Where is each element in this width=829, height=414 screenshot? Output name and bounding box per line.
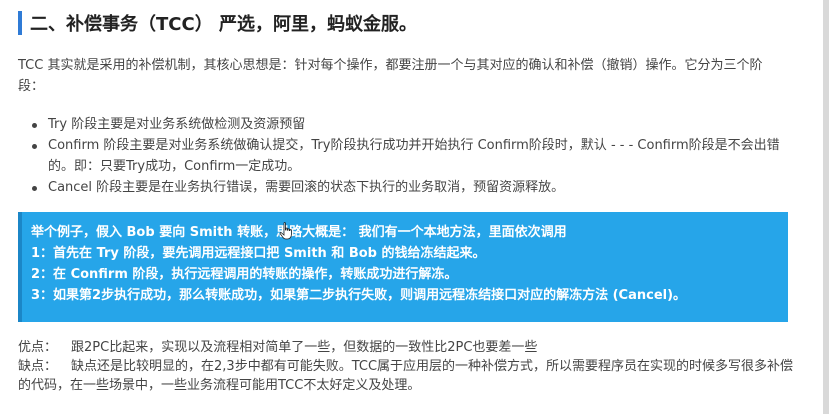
callout-line-intro: 举个例子，假入 Bob 要向 Smith 转账，思路大概是： 我们有一个本地方法…: [31, 225, 567, 240]
example-callout: 举个例子，假入 Bob 要向 Smith 转账，思路大概是： 我们有一个本地方法…: [18, 212, 788, 322]
bullet-dot-icon: [32, 123, 37, 128]
bullet-dot-icon: [32, 144, 37, 149]
list-item-text: Confirm 阶段主要是对业务系统做确认提交，Try阶段执行成功并开始执行 C…: [48, 138, 780, 174]
list-item-text: Try 阶段主要是对业务系统做检测及资源预留: [48, 117, 306, 132]
article-page: 二、补偿事务（TCC） 严选，阿里，蚂蚁金服。 TCC 其实就是采用的补偿机制，…: [0, 0, 829, 414]
intro-paragraph: TCC 其实就是采用的补偿机制，其核心思想是：针对每个操作，都要注册一个与其对应…: [18, 58, 763, 94]
phase-list: Try 阶段主要是对业务系统做检测及资源预留 Confirm 阶段主要是对业务系…: [30, 114, 800, 198]
section-heading: 二、补偿事务（TCC） 严选，阿里，蚂蚁金服。: [18, 10, 417, 36]
hand-cursor-icon: [279, 222, 292, 240]
list-item-cancel: Cancel 阶段主要是在业务执行错误，需要回滚的状态下执行的业务取消，预留资源…: [30, 177, 800, 198]
cons-label: 缺点：: [18, 359, 58, 374]
page-edge-divider: [823, 0, 829, 414]
callout-line-step-3: 3：如果第2步执行成功，那么转账成功，如果第二步执行失败，则调用远程冻结接口对应…: [31, 288, 687, 303]
pros-text: 跟2PC比起来，实现以及流程相对简单了一些，但数据的一致性比2PC也要差一些: [71, 340, 538, 355]
callout-line-step-1: 1：首先在 Try 阶段，要先调用远程接口把 Smith 和 Bob 的钱给冻结…: [31, 246, 486, 261]
pros-cons-section: 优点： 跟2PC比起来，实现以及流程相对简单了一些，但数据的一致性比2PC也要差一…: [18, 338, 798, 395]
bullet-dot-icon: [32, 186, 37, 191]
heading-accent-bar: [18, 11, 22, 35]
pros-line: 优点： 跟2PC比起来，实现以及流程相对简单了一些，但数据的一致性比2PC也要差一…: [18, 338, 798, 357]
list-item-try: Try 阶段主要是对业务系统做检测及资源预留: [30, 114, 800, 135]
list-item-text: Cancel 阶段主要是在业务执行错误，需要回滚的状态下执行的业务取消，预留资源…: [48, 180, 565, 195]
pros-label: 优点：: [18, 340, 58, 355]
section-title: 二、补偿事务（TCC） 严选，阿里，蚂蚁金服。: [30, 14, 417, 35]
cons-text: 缺点还是比较明显的，在2,3步中都有可能失败。TCC属于应用层的一种补偿方式，所…: [18, 359, 794, 393]
callout-line-step-2: 2：在 Confirm 阶段，执行远程调用的转账的操作，转账成功进行解冻。: [31, 267, 458, 282]
cons-line: 缺点： 缺点还是比较明显的，在2,3步中都有可能失败。TCC属于应用层的一种补偿方…: [18, 357, 798, 395]
list-item-confirm: Confirm 阶段主要是对业务系统做确认提交，Try阶段执行成功并开始执行 C…: [30, 135, 800, 177]
